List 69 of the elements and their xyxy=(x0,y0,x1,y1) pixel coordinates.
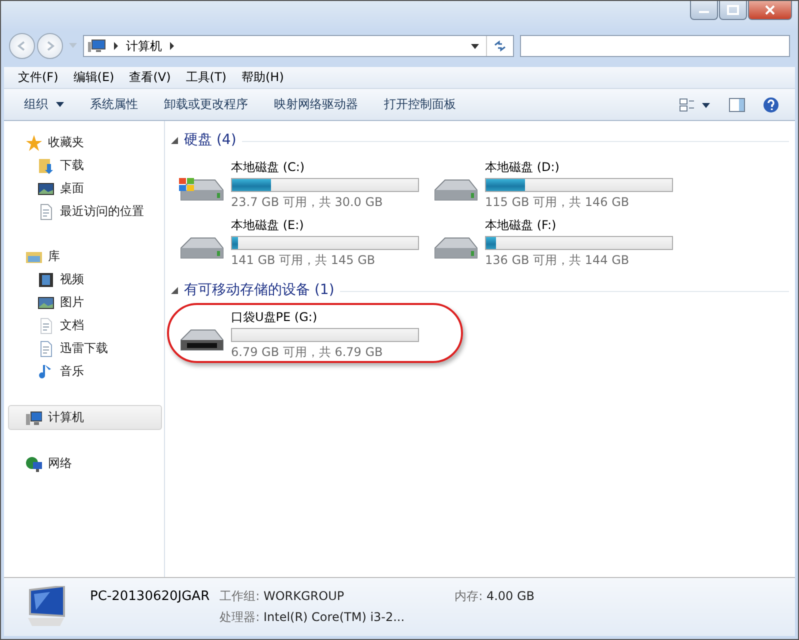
free-space-text: 23.7 GB 可用，共 30.0 GB xyxy=(231,194,384,211)
detail-text: 内存: 4.00 GB xyxy=(454,588,535,605)
detail-text: 处理器: Intel(R) Core(TM) i3-2... xyxy=(220,609,405,626)
group-header[interactable]: 有可移动存储的设备 (1) xyxy=(184,281,334,299)
computer-icon xyxy=(88,39,106,53)
sidebar-item[interactable]: 文档 xyxy=(4,314,164,337)
sidebar-item[interactable]: 计算机 xyxy=(8,405,162,430)
drive-name[interactable]: 本地磁盘 (D:) xyxy=(485,159,673,176)
toolbar-button[interactable]: 映射网络驱动器 xyxy=(270,94,362,115)
menu-item[interactable]: 文件(F) xyxy=(18,69,58,86)
maximize-button[interactable] xyxy=(719,1,747,20)
dropdown-icon[interactable] xyxy=(471,44,479,48)
sidebar-item[interactable]: 图片 xyxy=(4,291,164,314)
toolbar-button[interactable]: 卸载或更改程序 xyxy=(160,94,252,115)
toolbar-button[interactable]: 打开控制面板 xyxy=(380,94,460,115)
document-icon xyxy=(38,340,54,356)
film-icon xyxy=(38,272,54,288)
help-icon[interactable] xyxy=(763,96,779,112)
sidebar-item[interactable]: 库 xyxy=(4,245,164,268)
picture-icon xyxy=(38,294,54,310)
drive-name[interactable]: 本地磁盘 (F:) xyxy=(485,217,673,234)
computer-icon xyxy=(26,410,42,426)
group-header[interactable]: 硬盘 (4) xyxy=(184,131,236,149)
breadcrumb-arrow-icon[interactable] xyxy=(113,42,119,50)
sidebar-item[interactable]: 收藏夹 xyxy=(4,131,164,154)
maximize-icon xyxy=(727,5,739,15)
minimize-button[interactable] xyxy=(690,1,718,20)
folder-icon xyxy=(38,158,54,174)
document-icon xyxy=(38,204,54,220)
refresh-icon xyxy=(493,40,507,52)
drive-name[interactable]: 本地磁盘 (C:) xyxy=(231,159,419,176)
computer-name: PC-20130620JGAR xyxy=(90,589,210,604)
toolbar-button[interactable]: 组织 xyxy=(20,94,68,115)
view-options-icon[interactable] xyxy=(679,98,711,112)
menu-item[interactable]: 工具(T) xyxy=(186,69,226,86)
toolbar-button[interactable]: 系统属性 xyxy=(86,94,142,115)
preview-pane-icon[interactable] xyxy=(729,98,745,112)
address-bar[interactable]: 计算机 xyxy=(83,35,514,57)
globe-icon xyxy=(26,456,42,472)
sidebar-item[interactable]: 网络 xyxy=(4,452,164,475)
free-space-text: 6.79 GB 可用，共 6.79 GB xyxy=(231,344,384,361)
close-icon xyxy=(764,5,776,15)
monitor-icon xyxy=(38,180,54,196)
drive-name[interactable]: 本地磁盘 (E:) xyxy=(231,217,419,234)
free-space-text: 136 GB 可用，共 144 GB xyxy=(485,252,630,269)
search-field[interactable] xyxy=(520,35,790,57)
back-button[interactable] xyxy=(9,33,35,59)
sidebar-item[interactable]: 最近访问的位置 xyxy=(4,200,164,223)
breadcrumb[interactable]: 计算机 xyxy=(126,38,162,54)
collapse-icon[interactable] xyxy=(171,136,178,144)
collapse-icon[interactable] xyxy=(171,286,178,294)
menu-item[interactable]: 帮助(H) xyxy=(242,69,284,86)
menu-item[interactable]: 编辑(E) xyxy=(73,69,114,86)
free-space-text: 141 GB 可用，共 145 GB xyxy=(231,252,376,269)
sidebar-item[interactable]: 桌面 xyxy=(4,177,164,200)
sidebar-item[interactable]: 视频 xyxy=(4,268,164,291)
free-space-text: 115 GB 可用，共 146 GB xyxy=(485,194,630,211)
close-button[interactable] xyxy=(748,1,792,20)
star-icon xyxy=(26,134,42,150)
drive-name[interactable]: 口袋U盘PE (G:) xyxy=(231,309,419,326)
forward-button[interactable] xyxy=(37,33,63,59)
sidebar-item[interactable]: 音乐 xyxy=(4,360,164,383)
sidebar-item[interactable]: 下载 xyxy=(4,154,164,177)
sidebar-item[interactable]: 迅雷下载 xyxy=(4,337,164,360)
menu-item[interactable]: 查看(V) xyxy=(129,69,171,86)
caret-icon xyxy=(56,102,64,107)
document-icon xyxy=(38,318,54,334)
breadcrumb-arrow-icon[interactable] xyxy=(169,42,175,50)
detail-text: 工作组: WORKGROUP xyxy=(220,588,346,605)
